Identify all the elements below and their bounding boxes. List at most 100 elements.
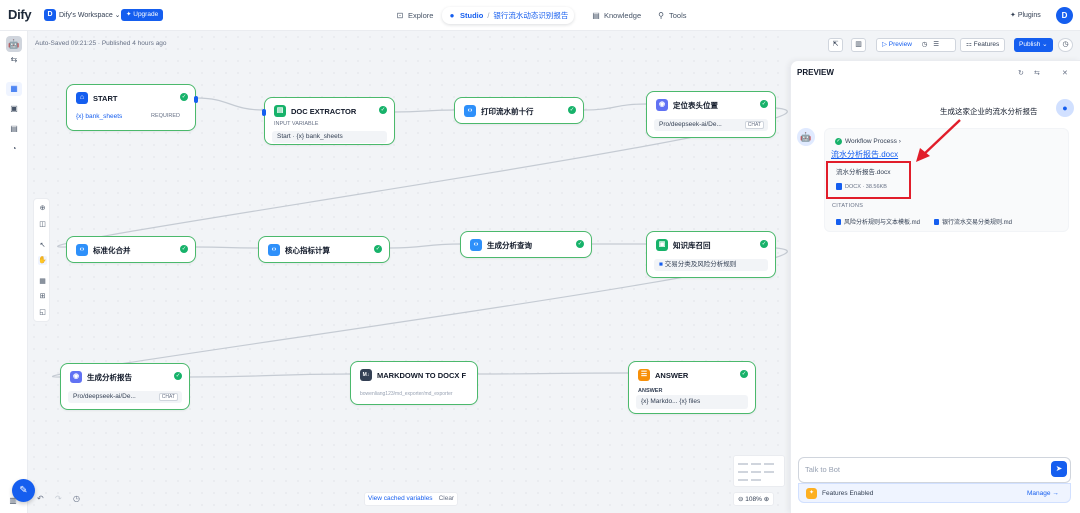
close-icon[interactable]: ✕ [1062, 69, 1068, 77]
node-report-model: Pro/deepseek-ai/De... CHAT [68, 391, 182, 403]
node-kb-header: ▣ 知识库召回 [656, 239, 711, 251]
checklist-icon[interactable]: ☰ [933, 41, 939, 48]
minimap-node [751, 479, 761, 481]
undo-icon[interactable]: ↶ [37, 494, 44, 503]
answer-icon: ☰ [638, 369, 650, 381]
user-avatar-icon: ● [1056, 99, 1074, 117]
workflow-process-toggle[interactable]: ✓ Workflow Process › [835, 136, 901, 147]
llm-icon: ◉ [70, 371, 82, 383]
node-print-rows[interactable]: ‹› 打印流水前十行 ✓ [454, 97, 584, 124]
organize-icon[interactable]: ⊞ [38, 292, 47, 301]
node-query-header: ‹› 生成分析查询 [470, 239, 532, 251]
publish-button[interactable]: Publish ⌄ [1014, 38, 1053, 52]
node-start-variable: {x} bank_sheets [76, 113, 123, 120]
run-history-icon[interactable]: ◷ [1058, 38, 1073, 52]
node-locate-header[interactable]: ◉ 定位表头位置 ✓ Pro/deepseek-ai/De... CHAT [646, 91, 776, 138]
clear-cache-button[interactable]: Clear [439, 493, 455, 505]
success-check-icon: ✓ [374, 245, 382, 253]
history-icon[interactable]: ◷ [73, 494, 80, 503]
zoom-control[interactable]: ⊖ 108% ⊕ [733, 492, 775, 506]
model-name: Pro/deepseek-ai/De... [73, 393, 136, 400]
add-node-icon[interactable]: ⊕ [38, 204, 47, 213]
refresh-icon[interactable]: ↻ [1018, 69, 1024, 77]
output-port[interactable] [194, 96, 198, 103]
input-port[interactable] [262, 109, 266, 116]
node-print-header: ‹› 打印流水前十行 [464, 105, 534, 117]
features-icon: ✦ [806, 488, 817, 499]
node-md-header: M↓ MARKDOWN TO DOCX F [360, 369, 466, 381]
code-icon: ‹› [268, 244, 280, 256]
citation-item[interactable]: 银行流水交易分类规则.md [934, 217, 1012, 226]
kb-name: 交易分类及风险分析规则 [664, 261, 737, 268]
node-normalize[interactable]: ‹› 标准化合并 ✓ [66, 236, 196, 263]
annotation-arrow [916, 119, 961, 162]
features-button[interactable]: ⚏ Features [960, 38, 1006, 52]
node-doc-extractor[interactable]: ▤ DOC EXTRACTOR ✓ INPUT VARIABLE Start ·… [262, 97, 395, 145]
document-icon [836, 218, 841, 225]
success-check-icon: ✓ [760, 100, 768, 108]
view-cached-variables-link[interactable]: View cached variables [368, 493, 433, 505]
features-label: Features [973, 41, 1000, 48]
hand-icon[interactable]: ✋ [38, 256, 47, 265]
llm-icon: ◉ [656, 99, 668, 111]
zoom-level: 108% [745, 496, 762, 503]
node-md-to-docx[interactable]: M↓ MARKDOWN TO DOCX F bowenliang123/md_e… [350, 361, 478, 405]
node-kb-retrieval[interactable]: ▣ 知识库召回 ✓ ■ 交易分类及风险分析规则 [646, 231, 776, 278]
features-enabled-label: Features Enabled [822, 490, 874, 497]
edge-start-doc [195, 97, 265, 111]
variables-icon[interactable]: ⇆ [1034, 69, 1040, 77]
code-icon: ‹› [470, 239, 482, 251]
send-icon[interactable]: ➤ [1051, 461, 1067, 477]
success-check-icon: ✓ [760, 240, 768, 248]
node-gen-query[interactable]: ‹› 生成分析查询 ✓ [460, 231, 592, 258]
report-file-link[interactable]: 流水分析报告.docx [831, 149, 898, 160]
node-doc-title: DOC EXTRACTOR [291, 106, 357, 116]
code-icon: ‹› [76, 244, 88, 256]
expand-sidebar-icon[interactable]: ▥ [8, 496, 18, 506]
add-note-icon[interactable]: ◫ [38, 220, 47, 229]
node-report-header: ◉ 生成分析报告 [70, 371, 132, 383]
open-in-new-icon[interactable]: ⇱ [828, 38, 843, 52]
node-start[interactable]: ⌂ START ✓ {x} bank_sheets REQUIRED [66, 84, 198, 131]
node-answer-title: ANSWER [655, 370, 689, 380]
edge-report-md [189, 373, 351, 378]
zoom-in-icon[interactable]: ⊕ [762, 496, 769, 503]
redo-icon[interactable]: ↷ [55, 494, 62, 503]
code-icon: ‹› [464, 105, 476, 117]
minimap-node [751, 463, 761, 465]
node-normalize-header: ‹› 标准化合并 [76, 244, 131, 256]
node-core-metrics[interactable]: ‹› 核心指标计算 ✓ [258, 236, 390, 263]
minimap[interactable] [733, 455, 785, 487]
node-locate-title: 定位表头位置 [673, 100, 718, 110]
minimap-node [751, 471, 761, 473]
pointer-icon[interactable]: ↖ [38, 241, 47, 250]
citation-item[interactable]: 风险分析规则与文本模板.md [836, 217, 920, 226]
node-gen-report[interactable]: ◉ 生成分析报告 ✓ Pro/deepseek-ai/De... CHAT [60, 363, 190, 410]
node-start-header: ⌂ START [76, 92, 117, 104]
node-answer[interactable]: ☰ ANSWER ✓ ANSWER {x} Markdo... {x} file… [628, 361, 756, 414]
node-md-plugin: bowenliang123/md_exporter/md_exporter [360, 391, 453, 397]
features-icon: ⚏ [966, 41, 974, 48]
node-answer-sub: ANSWER [638, 388, 663, 394]
export-image-icon[interactable]: ▦ [38, 277, 47, 286]
cached-variables-bar: View cached variables Clear [364, 492, 459, 506]
doc-extractor-icon: ▤ [274, 105, 286, 117]
minimap-toggle-icon[interactable]: ◱ [38, 308, 47, 317]
minimap-node [764, 463, 774, 465]
success-check-icon: ✓ [740, 370, 748, 378]
node-doc-var: Start · {x} bank_sheets [272, 131, 387, 143]
workflow-process-label: Workflow Process › [845, 138, 901, 145]
manage-features-link[interactable]: Manage → [1027, 490, 1059, 497]
node-answer-vars: {x} Markdo... {x} files [636, 395, 748, 409]
env-variables-icon[interactable]: ▥ [851, 38, 866, 52]
preview-button[interactable]: ▷ Preview ◷ ☰ [876, 38, 956, 52]
chat-tag: CHAT [158, 393, 178, 401]
knowledge-retrieval-icon: ▣ [656, 239, 668, 251]
node-kb-dataset: ■ 交易分类及风险分析规则 [654, 259, 768, 271]
node-kb-title: 知识库召回 [673, 240, 711, 250]
node-query-title: 生成分析查询 [487, 240, 532, 250]
edge-print-locate [583, 103, 647, 111]
success-check-icon: ✓ [835, 138, 842, 145]
history-icon[interactable]: ◷ [922, 41, 928, 48]
success-check-icon: ✓ [568, 106, 576, 114]
